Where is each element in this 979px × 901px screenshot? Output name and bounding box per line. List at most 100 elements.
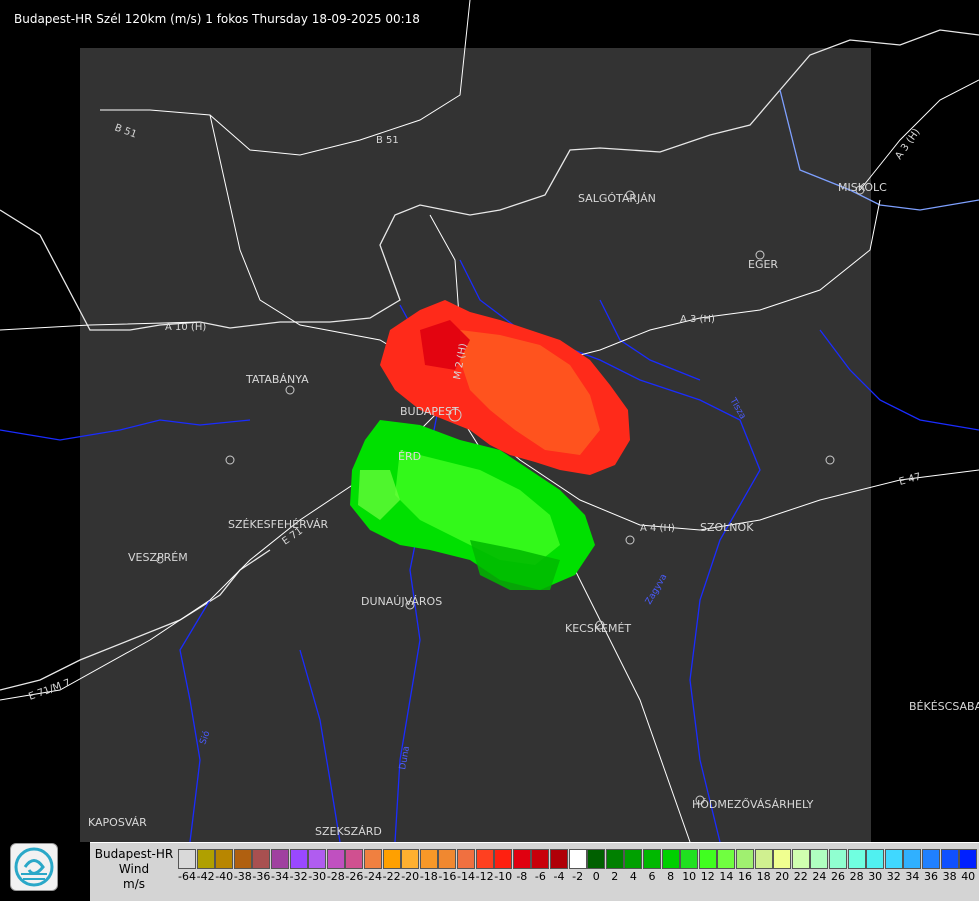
legend-tick-label: -24 bbox=[364, 870, 382, 883]
legend-tick-label: 30 bbox=[868, 870, 883, 883]
legend-tick-label: 6 bbox=[648, 870, 656, 883]
legend-swatch bbox=[494, 849, 513, 869]
city-label-budapest: BUDAPEST bbox=[400, 405, 459, 418]
legend-tick-label: 32 bbox=[886, 870, 901, 883]
legend-tick-label: -22 bbox=[382, 870, 401, 883]
legend-tick-label: -2 bbox=[572, 870, 584, 883]
legend-swatch bbox=[550, 849, 568, 869]
legend-tick-label: -10 bbox=[494, 870, 513, 883]
legend-swatch bbox=[866, 849, 885, 869]
legend-tick-label: -32 bbox=[289, 870, 308, 883]
legend-tick-label: -14 bbox=[457, 870, 475, 883]
legend-swatch bbox=[680, 849, 699, 869]
road-label-a4: A 4 (H) bbox=[640, 523, 675, 534]
legend-tick-label: 38 bbox=[942, 870, 957, 883]
legend-tick-label: 8 bbox=[667, 870, 675, 883]
legend-swatch bbox=[698, 849, 717, 869]
legend-tick-label: -8 bbox=[516, 870, 528, 883]
legend-swatch bbox=[791, 849, 810, 869]
legend-swatch bbox=[773, 849, 792, 869]
city-label-szolnok: SZOLNOK bbox=[700, 521, 754, 534]
legend-swatch bbox=[736, 849, 754, 869]
legend-tick-label: -34 bbox=[271, 870, 289, 883]
legend-swatch bbox=[401, 849, 420, 869]
legend-swatch bbox=[959, 849, 978, 869]
legend-tick-label: 18 bbox=[756, 870, 771, 883]
legend-tick-label: 36 bbox=[924, 870, 938, 883]
city-label-miskolc: MISKOLC bbox=[838, 181, 887, 194]
legend-swatch bbox=[903, 849, 922, 869]
legend-tick-label: -42 bbox=[196, 870, 215, 883]
city-label-dunaujvaros: DUNAÚJVÁROS bbox=[361, 595, 442, 608]
legend-tick-label: 12 bbox=[700, 870, 715, 883]
legend-swatch bbox=[457, 849, 475, 869]
road-label-a10: A 10 (H) bbox=[165, 322, 206, 333]
legend-title: Budapest-HR Wind m/s bbox=[90, 847, 178, 892]
legend-swatch bbox=[308, 849, 327, 869]
city-label-eger: EGER bbox=[748, 258, 778, 271]
legend-tick-label: -36 bbox=[252, 870, 271, 883]
legend-tick-label: -6 bbox=[534, 870, 546, 883]
legend-tick-label: 26 bbox=[831, 870, 845, 883]
legend-tick-label: 28 bbox=[849, 870, 864, 883]
city-label-kaposvar: KAPOSVÁR bbox=[88, 816, 147, 829]
legend-swatch bbox=[382, 849, 401, 869]
legend-tick-label: 16 bbox=[738, 870, 752, 883]
legend-tick-label: 20 bbox=[775, 870, 790, 883]
legend-tick-label: -4 bbox=[553, 870, 565, 883]
wind-legend: Budapest-HR Wind m/s -64 -42 -40 -38 -36 -34-… bbox=[90, 842, 979, 901]
radar-map: BUDAPEST TATABÁNYA SZÉKESFEHÉRVÁR VESZPR… bbox=[0, 0, 979, 842]
legend-swatch bbox=[754, 849, 773, 869]
legend-tick-label: 10 bbox=[682, 870, 697, 883]
legend-tick-label: -38 bbox=[233, 870, 252, 883]
legend-swatch bbox=[438, 849, 457, 869]
legend-tick-label: 14 bbox=[719, 870, 734, 883]
legend-swatch bbox=[587, 849, 606, 869]
legend-tick-label: 40 bbox=[961, 870, 976, 883]
city-label-tatabanya: TATABÁNYA bbox=[245, 373, 309, 386]
legend-swatch bbox=[233, 849, 252, 869]
legend-tick-label: 2 bbox=[611, 870, 619, 883]
legend-tick-label: 24 bbox=[812, 870, 827, 883]
city-label-veszprem: VESZPRÉM bbox=[128, 551, 188, 564]
legend-tick-label: -64 bbox=[178, 870, 196, 883]
legend-swatch bbox=[661, 849, 680, 869]
road-label-b51-north: B 51 bbox=[376, 135, 399, 146]
legend-tick-label: 0 bbox=[592, 870, 600, 883]
legend-title-unit: m/s bbox=[123, 877, 145, 891]
legend-swatch bbox=[605, 849, 624, 869]
legend-tick-label: -30 bbox=[308, 870, 327, 883]
legend-swatch bbox=[624, 849, 643, 869]
legend-swatch bbox=[419, 849, 438, 869]
legend-swatch bbox=[326, 849, 345, 869]
legend-swatch bbox=[810, 849, 829, 869]
legend-swatch bbox=[475, 849, 494, 869]
legend-swatch bbox=[847, 849, 866, 869]
legend-tick-label: -26 bbox=[345, 870, 364, 883]
legend-swatch bbox=[531, 849, 550, 869]
legend-swatch bbox=[717, 849, 736, 869]
legend-swatch bbox=[829, 849, 847, 869]
legend-swatch bbox=[512, 849, 531, 869]
legend-tick-label: -20 bbox=[401, 870, 420, 883]
legend-swatch bbox=[922, 849, 940, 869]
legend-swatch bbox=[345, 849, 364, 869]
city-label-bekescsaba: BÉKÉSCSABA bbox=[909, 700, 979, 713]
city-label-hodmezovasarhely: HÓDMEZŐVÁSÁRHELY bbox=[692, 797, 814, 811]
legend-swatch bbox=[940, 849, 959, 869]
road-label-a3: A 3 (H) bbox=[680, 314, 715, 325]
legend-title-variable: Wind bbox=[118, 862, 150, 876]
map-title: Budapest-HR Szél 120km (m/s) 1 fokos Thu… bbox=[14, 12, 420, 26]
legend-swatch bbox=[364, 849, 382, 869]
legend-swatch bbox=[884, 849, 903, 869]
legend-title-station: Budapest-HR bbox=[94, 847, 174, 861]
legend-swatch bbox=[178, 849, 196, 869]
city-label-kecskemet: KECSKEMÉT bbox=[565, 622, 631, 635]
legend-swatch bbox=[271, 849, 289, 869]
legend-tick-label: -16 bbox=[438, 870, 457, 883]
legend-swatch bbox=[643, 849, 661, 869]
legend-tick-label: 4 bbox=[629, 870, 637, 883]
legend-swatch bbox=[252, 849, 271, 869]
legend-tick-label: 34 bbox=[905, 870, 920, 883]
legend-tick-label: 22 bbox=[793, 870, 808, 883]
